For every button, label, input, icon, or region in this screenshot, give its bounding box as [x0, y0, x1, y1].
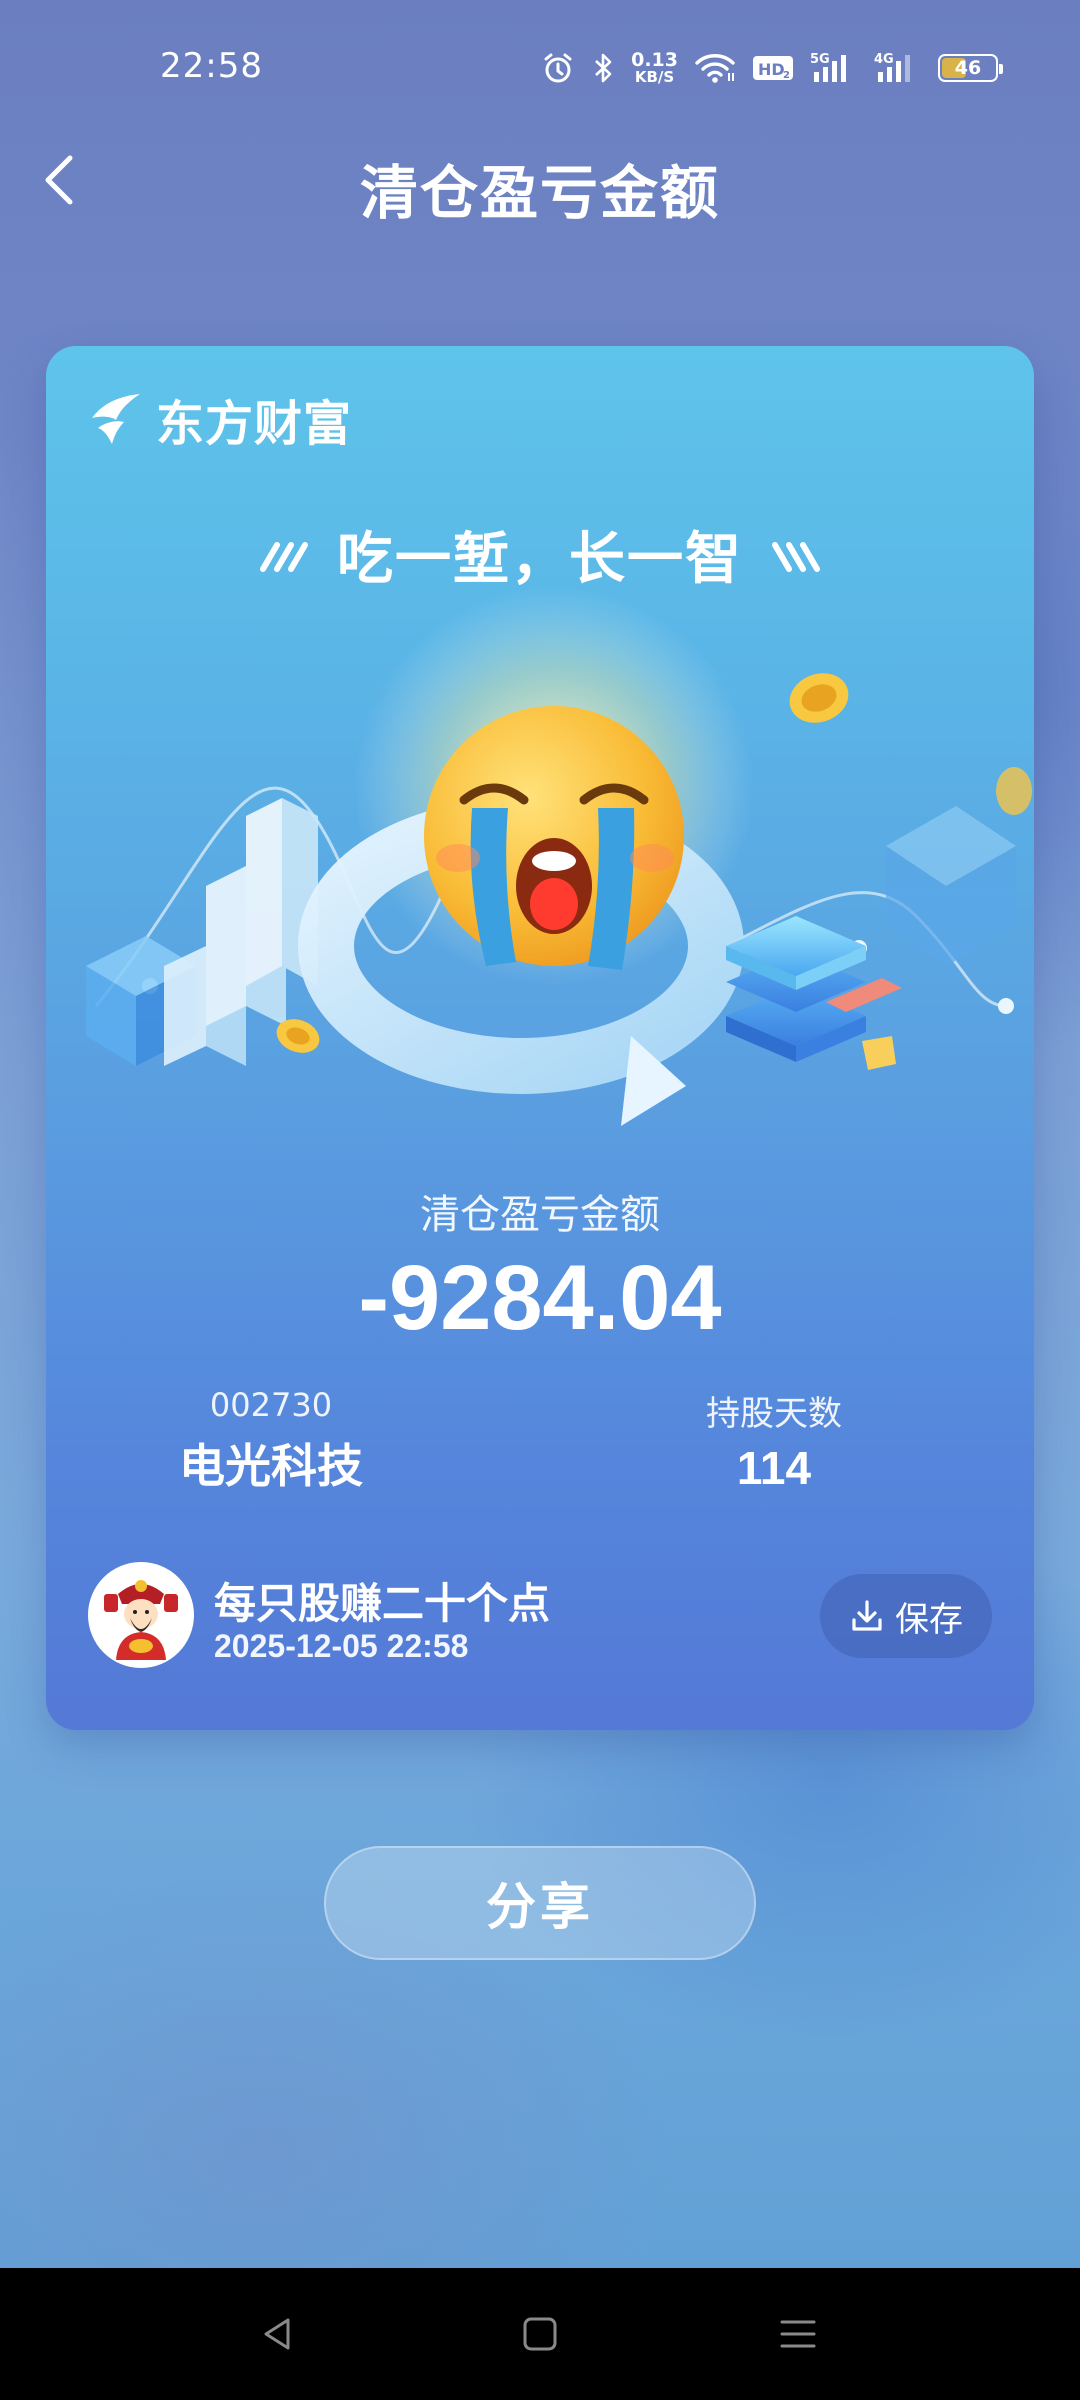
eastmoney-logo-icon: [92, 394, 140, 444]
avatar[interactable]: [88, 1562, 194, 1668]
right-cube: [886, 806, 1016, 966]
days-value: 114: [736, 1442, 812, 1494]
user-row: 每只股赚二十个点 2025-12-05 22:58 保存: [88, 1562, 992, 1672]
svg-text:2: 2: [783, 70, 790, 81]
net-speed: 0.13 KB/S: [631, 49, 678, 86]
timestamp: 2025-12-05 22:58: [214, 1628, 469, 1664]
god-of-wealth-avatar-icon: [104, 1580, 178, 1660]
status-icons: 0.13 KB/S HD 2 5G 4G 46: [541, 46, 1003, 90]
save-label: 保存: [895, 1599, 963, 1640]
nav-home-icon: [523, 2317, 557, 2351]
status-time: 22:58: [160, 46, 263, 86]
stock-info: 002730 电光科技: [146, 1386, 396, 1496]
left-stripes-icon: [260, 541, 308, 572]
nav-back-icon: [264, 2318, 290, 2350]
nav-back-button[interactable]: [250, 2306, 306, 2362]
slogan: 吃一堑，长一智: [46, 514, 1034, 595]
days-label: 持股天数: [706, 1394, 842, 1434]
holding-days: 持股天数 114: [664, 1386, 884, 1495]
alarm-icon: [541, 51, 575, 85]
signal-4g-icon: 4G: [874, 50, 922, 86]
battery-icon: 46: [938, 54, 1003, 82]
nav-menu-icon: [780, 2320, 816, 2348]
wifi-icon: [694, 51, 736, 85]
svg-text:5G: 5G: [810, 52, 830, 67]
share-card: 东方财富 吃一堑，长一智 清仓盈亏金额 -9284.04 002730 电光科技…: [46, 346, 1034, 1730]
nav-home-button[interactable]: [512, 2306, 568, 2362]
stock-name: 电光科技: [179, 1439, 363, 1493]
download-icon: [852, 1600, 882, 1631]
brand: 东方财富: [88, 384, 352, 454]
bluetooth-icon: [591, 51, 615, 85]
brand-name: 东方财富: [156, 396, 353, 452]
right-stripes-icon: [772, 541, 820, 572]
system-nav-bar: [0, 2268, 1080, 2400]
svg-text:4G: 4G: [874, 52, 894, 67]
pl-amount: -9284.04: [358, 1247, 722, 1349]
username: 每只股赚二十个点: [214, 1579, 551, 1628]
save-button[interactable]: 保存: [820, 1574, 992, 1658]
stock-code: 002730: [209, 1386, 333, 1424]
nav-menu-button[interactable]: [770, 2306, 826, 2362]
header: 清仓盈亏金额: [0, 130, 1080, 230]
status-bar: 22:58 0.13 KB/S HD 2 5G 4G 46: [0, 0, 1080, 130]
share-button[interactable]: 分享: [324, 1846, 756, 1960]
hd-text: HD: [758, 60, 785, 79]
hd-voice-icon: HD 2: [752, 53, 794, 83]
signal-5g-icon: 5G: [810, 50, 858, 86]
pl-label: 清仓盈亏金额: [420, 1192, 660, 1238]
page-title: 清仓盈亏金额: [359, 159, 720, 227]
